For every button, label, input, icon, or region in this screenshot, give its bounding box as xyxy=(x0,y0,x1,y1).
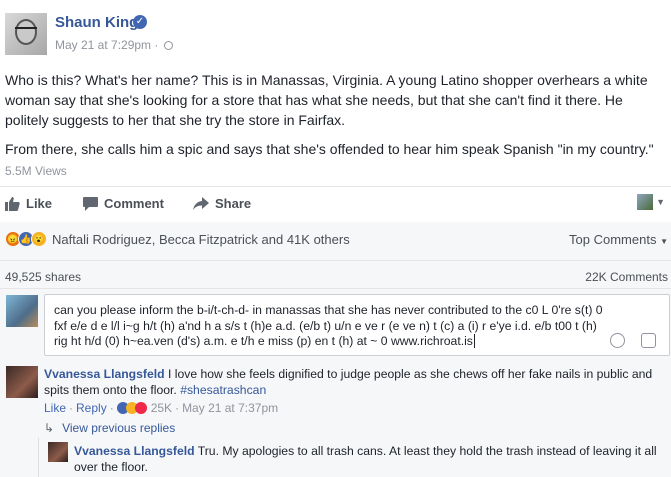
thumbs-up-icon xyxy=(5,196,20,211)
post-paragraph-1: Who is this? What's her name? This is in… xyxy=(5,72,648,128)
author-avatar[interactable] xyxy=(5,13,47,55)
viewer-avatar xyxy=(637,194,654,210)
post-text: Who is this? What's her name? This is in… xyxy=(5,70,660,168)
like-label: Like xyxy=(26,196,53,211)
comment-button[interactable]: Comment xyxy=(83,196,164,211)
comment-icon xyxy=(83,196,98,211)
commenter-avatar[interactable] xyxy=(6,366,38,398)
commenter-name[interactable]: Vvanessa Llangsfeld xyxy=(44,367,165,381)
divider xyxy=(0,288,671,289)
share-count[interactable]: 49,525 shares xyxy=(5,270,81,284)
post-author[interactable]: Shaun King xyxy=(55,14,138,31)
comment-body: Vvanessa Llangsfeld I love how she feels… xyxy=(44,366,670,398)
replier-avatar[interactable] xyxy=(48,442,68,462)
emoji-icon[interactable] xyxy=(610,333,625,348)
comment-time[interactable]: May 21 at 7:37pm xyxy=(182,401,278,415)
comment-count[interactable]: 22K Comments xyxy=(585,270,668,284)
chevron-down-icon: ▼ xyxy=(656,197,665,207)
view-count: 5.5M Views xyxy=(5,164,67,178)
comment-hashtag[interactable]: #shesatrashcan xyxy=(180,383,266,397)
separator: · xyxy=(109,401,114,415)
divider xyxy=(0,260,671,261)
share-button[interactable]: Share xyxy=(193,196,251,211)
separator: · xyxy=(69,401,74,415)
globe-icon[interactable] xyxy=(163,41,173,50)
view-previous-replies[interactable]: ↳ View previous replies xyxy=(44,421,175,435)
top-comments-label: Top Comments xyxy=(569,232,657,247)
sticker-icon[interactable] xyxy=(641,333,656,348)
meta-separator: · xyxy=(154,38,159,52)
comment-input[interactable]: can you please inform the b-i/t-ch-d- in… xyxy=(44,294,670,356)
post-meta: May 21 at 7:29pm · xyxy=(55,38,173,52)
post-as-selector[interactable]: ▼ xyxy=(637,194,665,210)
like-button[interactable]: Like xyxy=(5,196,52,211)
separator: · xyxy=(175,401,180,415)
post-paragraph-2: From there, she calls him a spic and say… xyxy=(5,141,654,157)
view-previous-replies-label: View previous replies xyxy=(62,421,176,435)
comment-actions: Like · Reply · 25K · May 21 at 7:37pm xyxy=(44,401,278,415)
reaction-names[interactable]: Naftali Rodriguez, Becca Fitzpatrick and… xyxy=(52,232,350,247)
reply-thread-line xyxy=(38,438,39,477)
reactions-summary[interactable]: 😠 👍 😮 Naftali Rodriguez, Becca Fitzpatri… xyxy=(5,231,350,247)
share-label: Share xyxy=(215,196,252,211)
replier-name[interactable]: Vvanessa Llangsfeld xyxy=(74,444,195,458)
top-comments-dropdown[interactable]: Top Comments ▼ xyxy=(569,232,668,247)
viewer-avatar xyxy=(6,295,38,327)
comment-label: Comment xyxy=(104,196,164,211)
share-arrow-icon xyxy=(193,197,209,210)
love-reaction-icon xyxy=(134,402,147,414)
comment-input-text: can you please inform the b-i/t-ch-d- in… xyxy=(54,303,603,348)
verified-badge-icon: ✓ xyxy=(133,15,147,29)
comment-reply-link[interactable]: Reply xyxy=(76,401,107,415)
comment-like-link[interactable]: Like xyxy=(44,401,66,415)
reply-arrow-icon: ↳ xyxy=(44,421,55,435)
post-timestamp[interactable]: May 21 at 7:29pm xyxy=(55,38,151,52)
text-cursor xyxy=(473,334,475,348)
comment-reactions[interactable] xyxy=(116,402,147,414)
reply-body: Vvanessa Llangsfeld Tru. My apologies to… xyxy=(74,443,664,475)
divider xyxy=(0,186,671,187)
chevron-down-icon: ▼ xyxy=(660,237,668,246)
wow-reaction-icon: 😮 xyxy=(31,231,47,247)
comment-reaction-count[interactable]: 25K xyxy=(151,401,172,415)
